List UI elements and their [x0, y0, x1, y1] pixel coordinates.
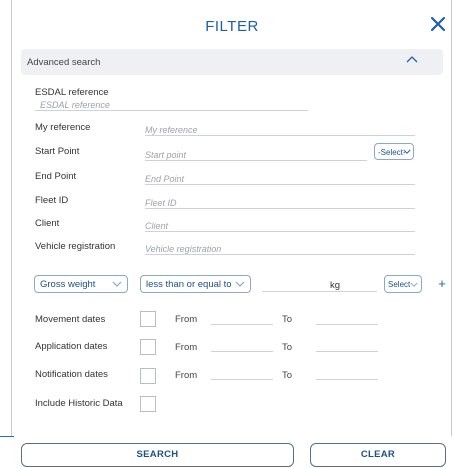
historic-data-checkbox[interactable]: [140, 396, 156, 412]
application-to-label: To: [282, 342, 293, 353]
start-point-label: Start Point: [35, 146, 80, 157]
weight-unit-label: kg: [330, 280, 341, 291]
application-dates-label: Application dates: [35, 341, 108, 352]
filter-header: FILTER: [12, 0, 452, 46]
close-icon: [430, 16, 446, 32]
fleet-id-label: Fleet ID: [35, 195, 69, 206]
notification-from-label: From: [175, 370, 198, 381]
application-to-input[interactable]: [316, 336, 378, 352]
notification-to-label: To: [282, 370, 293, 381]
chevron-down-icon: [112, 281, 122, 287]
page-title: FILTER: [205, 18, 259, 35]
search-button[interactable]: SEARCH: [21, 443, 294, 467]
clear-button[interactable]: CLEAR: [310, 443, 446, 467]
vehicle-registration-label: Vehicle registration: [35, 241, 116, 252]
movement-dates-label: Movement dates: [35, 314, 106, 325]
advanced-search-label: Advanced search: [27, 57, 101, 68]
weight-unit-select-value: Select: [388, 280, 411, 289]
weight-operator-value: less than or equal to: [146, 279, 232, 290]
client-label: Client: [35, 218, 60, 229]
focus-indicator-line: [0, 436, 14, 437]
start-point-field[interactable]: [145, 145, 367, 163]
add-filter-button[interactable]: +: [436, 277, 448, 290]
movement-dates-checkbox[interactable]: [140, 311, 156, 327]
my-reference-field[interactable]: [145, 120, 415, 138]
chevron-down-icon: [235, 281, 245, 287]
application-from-input[interactable]: [211, 336, 273, 352]
historic-data-label: Include Historic Data: [35, 398, 123, 409]
weight-attribute-value: Gross weight: [40, 279, 96, 290]
chevron-down-icon: [403, 149, 411, 154]
client-field[interactable]: [145, 216, 415, 234]
movement-to-label: To: [282, 314, 293, 325]
notification-dates-label: Notification dates: [35, 369, 108, 380]
client-input[interactable]: [145, 218, 415, 234]
notification-dates-checkbox[interactable]: [140, 368, 156, 384]
notification-to-input[interactable]: [316, 364, 378, 380]
my-reference-label: My reference: [35, 122, 91, 133]
weight-value-input[interactable]: [262, 278, 377, 294]
fleet-id-field[interactable]: [145, 193, 415, 211]
end-point-field[interactable]: [145, 169, 415, 187]
end-point-input[interactable]: [145, 171, 415, 187]
chevron-up-icon: [406, 56, 418, 63]
fleet-id-input[interactable]: [145, 195, 415, 211]
start-point-select[interactable]: -Select-: [374, 143, 414, 160]
chevron-down-icon: [410, 282, 418, 287]
weight-operator-select[interactable]: less than or equal to: [140, 275, 251, 293]
close-button[interactable]: [426, 12, 450, 36]
weight-value-field[interactable]: [262, 276, 377, 294]
weight-attribute-select[interactable]: Gross weight: [34, 275, 128, 293]
my-reference-input[interactable]: [145, 122, 415, 138]
end-point-label: End Point: [35, 171, 77, 182]
vehicle-registration-input[interactable]: [145, 241, 415, 257]
movement-from-input[interactable]: [211, 309, 273, 325]
weight-unit-select[interactable]: Select: [384, 275, 422, 293]
esdal-reference-field[interactable]: [35, 95, 308, 113]
start-point-select-value: -Select-: [378, 148, 406, 157]
notification-from-input[interactable]: [211, 364, 273, 380]
application-dates-checkbox[interactable]: [140, 339, 156, 355]
vehicle-registration-field[interactable]: [145, 239, 415, 257]
advanced-search-toggle[interactable]: Advanced search: [21, 49, 443, 75]
application-from-label: From: [175, 342, 198, 353]
movement-to-input[interactable]: [316, 309, 378, 325]
esdal-reference-input[interactable]: [35, 97, 308, 113]
start-point-input[interactable]: [145, 147, 367, 163]
movement-from-label: From: [175, 314, 198, 325]
